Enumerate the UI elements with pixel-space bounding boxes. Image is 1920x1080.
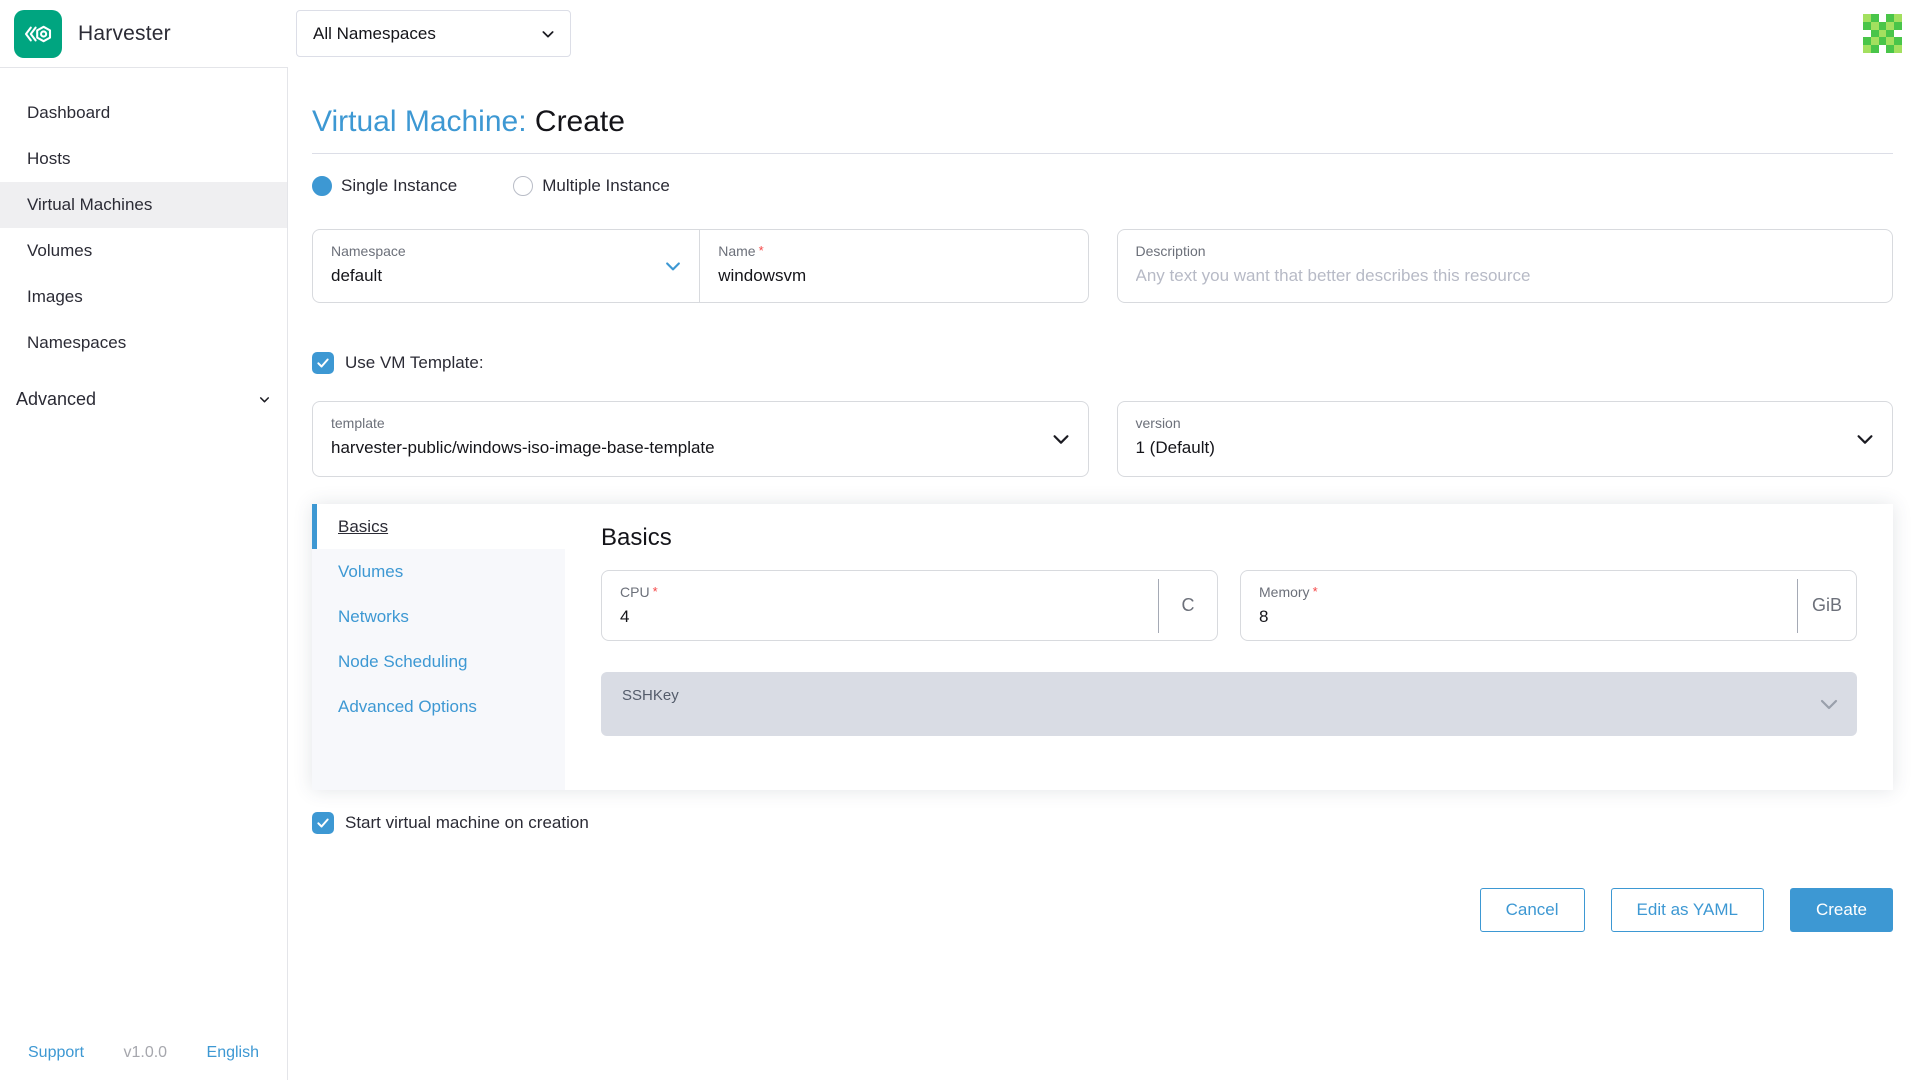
version-label: version xyxy=(1136,414,1875,432)
required-marker: * xyxy=(759,243,764,258)
radio-multiple-instance-label: Multiple Instance xyxy=(542,176,670,196)
required-marker: * xyxy=(653,584,658,599)
name-label: Name* xyxy=(718,242,1069,260)
tab-volumes[interactable]: Volumes xyxy=(312,549,565,594)
memory-field: Memory* GiB xyxy=(1240,570,1857,641)
sshkey-label: SSHKey xyxy=(622,687,679,704)
memory-input[interactable] xyxy=(1259,607,1779,627)
template-select[interactable]: template harvester-public/windows-iso-im… xyxy=(312,401,1089,477)
chevron-down-icon xyxy=(1854,428,1876,450)
language-link[interactable]: English xyxy=(207,1044,259,1062)
start-on-creation-checkbox[interactable]: Start virtual machine on creation xyxy=(312,812,1893,834)
namespace-label: Namespace xyxy=(331,242,681,260)
app-title: Harvester xyxy=(78,22,171,46)
version-label: v1.0.0 xyxy=(123,1044,167,1062)
template-row: template harvester-public/windows-iso-im… xyxy=(312,401,1893,477)
checkbox-checked-icon xyxy=(312,812,334,834)
cpu-input[interactable] xyxy=(620,607,1140,627)
tab-basics[interactable]: Basics xyxy=(312,504,565,549)
chevron-down-icon xyxy=(1050,428,1072,450)
sshkey-select[interactable]: SSHKey xyxy=(601,672,1857,736)
memory-unit: GiB xyxy=(1797,571,1856,640)
namespace-value: default xyxy=(331,266,681,286)
template-label: template xyxy=(331,414,1070,432)
checkbox-checked-icon xyxy=(312,352,334,374)
description-label: Description xyxy=(1136,242,1875,260)
tab-advanced-options[interactable]: Advanced Options xyxy=(312,684,565,729)
cpu-memory-row: CPU* C Memory* xyxy=(601,570,1857,641)
page-title-action: Create xyxy=(535,105,625,138)
radio-unselected-icon xyxy=(513,176,533,196)
chevron-down-icon xyxy=(1817,692,1841,716)
cancel-button[interactable]: Cancel xyxy=(1480,888,1585,932)
description-field: Description xyxy=(1117,229,1894,303)
namespace-name-group: Namespace default Name* xyxy=(312,229,1089,303)
sidebar-item-images[interactable]: Images xyxy=(0,274,287,320)
home-link[interactable]: Harvester xyxy=(0,10,288,58)
chevron-down-icon xyxy=(663,256,683,276)
form-actions: Cancel Edit as YAML Create xyxy=(312,888,1893,932)
cpu-unit: C xyxy=(1158,571,1217,640)
name-row: Namespace default Name* Description xyxy=(312,229,1893,303)
sidebar-item-virtual-machines[interactable]: Virtual Machines xyxy=(0,182,287,228)
use-vm-template-label: Use VM Template: xyxy=(345,353,484,373)
radio-selected-icon xyxy=(312,176,332,196)
sidebar: Dashboard Hosts Virtual Machines Volumes… xyxy=(0,67,288,1080)
chevron-down-icon xyxy=(540,26,556,42)
sidebar-item-advanced[interactable]: Advanced xyxy=(0,374,287,424)
tab-node-scheduling[interactable]: Node Scheduling xyxy=(312,639,565,684)
namespace-filter-value: All Namespaces xyxy=(313,24,436,44)
cpu-label: CPU* xyxy=(620,583,1140,601)
main-content: Virtual Machine: Create Single Instance … xyxy=(288,67,1920,1080)
namespace-filter-select[interactable]: All Namespaces xyxy=(296,10,571,57)
name-field: Name* xyxy=(700,230,1087,302)
sidebar-advanced-label: Advanced xyxy=(16,389,96,410)
radio-multiple-instance[interactable]: Multiple Instance xyxy=(513,176,670,196)
description-input[interactable] xyxy=(1136,266,1875,286)
version-select[interactable]: version 1 (Default) xyxy=(1117,401,1894,477)
sidebar-nav: Dashboard Hosts Virtual Machines Volumes… xyxy=(0,68,287,366)
config-tab-list: Basics Volumes Networks Node Scheduling … xyxy=(312,504,565,790)
cpu-field: CPU* C xyxy=(601,570,1218,641)
sidebar-item-namespaces[interactable]: Namespaces xyxy=(0,320,287,366)
sidebar-item-hosts[interactable]: Hosts xyxy=(0,136,287,182)
name-input[interactable] xyxy=(718,266,1069,286)
sidebar-item-dashboard[interactable]: Dashboard xyxy=(0,90,287,136)
user-avatar[interactable] xyxy=(1863,14,1902,53)
app-header: Harvester All Namespaces xyxy=(0,0,1920,67)
vm-config-card: Basics Volumes Networks Node Scheduling … xyxy=(312,504,1893,790)
instance-type-radio-group: Single Instance Multiple Instance xyxy=(312,176,1893,196)
start-on-creation-label: Start virtual machine on creation xyxy=(345,813,589,833)
support-link[interactable]: Support xyxy=(28,1044,84,1062)
template-value: harvester-public/windows-iso-image-base-… xyxy=(331,438,1070,458)
basics-heading: Basics xyxy=(601,524,1857,552)
radio-single-instance[interactable]: Single Instance xyxy=(312,176,457,196)
radio-single-instance-label: Single Instance xyxy=(341,176,457,196)
page-title-resource: Virtual Machine: xyxy=(312,105,527,138)
tab-networks[interactable]: Networks xyxy=(312,594,565,639)
page-title: Virtual Machine: Create xyxy=(312,105,1893,139)
chevron-down-icon xyxy=(258,393,271,406)
version-value: 1 (Default) xyxy=(1136,438,1875,458)
title-divider xyxy=(312,153,1893,154)
sidebar-item-volumes[interactable]: Volumes xyxy=(0,228,287,274)
app-window: Harvester All Namespaces Dashboard Hosts… xyxy=(0,0,1920,1080)
memory-label: Memory* xyxy=(1259,583,1779,601)
create-button[interactable]: Create xyxy=(1790,888,1893,932)
edit-yaml-button[interactable]: Edit as YAML xyxy=(1611,888,1764,932)
required-marker: * xyxy=(1313,584,1318,599)
harvester-logo-icon xyxy=(14,10,62,58)
sidebar-footer: Support v1.0.0 English xyxy=(0,1044,287,1062)
tab-basics-panel: Basics CPU* C xyxy=(565,504,1893,790)
namespace-select[interactable]: Namespace default xyxy=(313,230,700,302)
use-vm-template-checkbox[interactable]: Use VM Template: xyxy=(312,352,1893,374)
